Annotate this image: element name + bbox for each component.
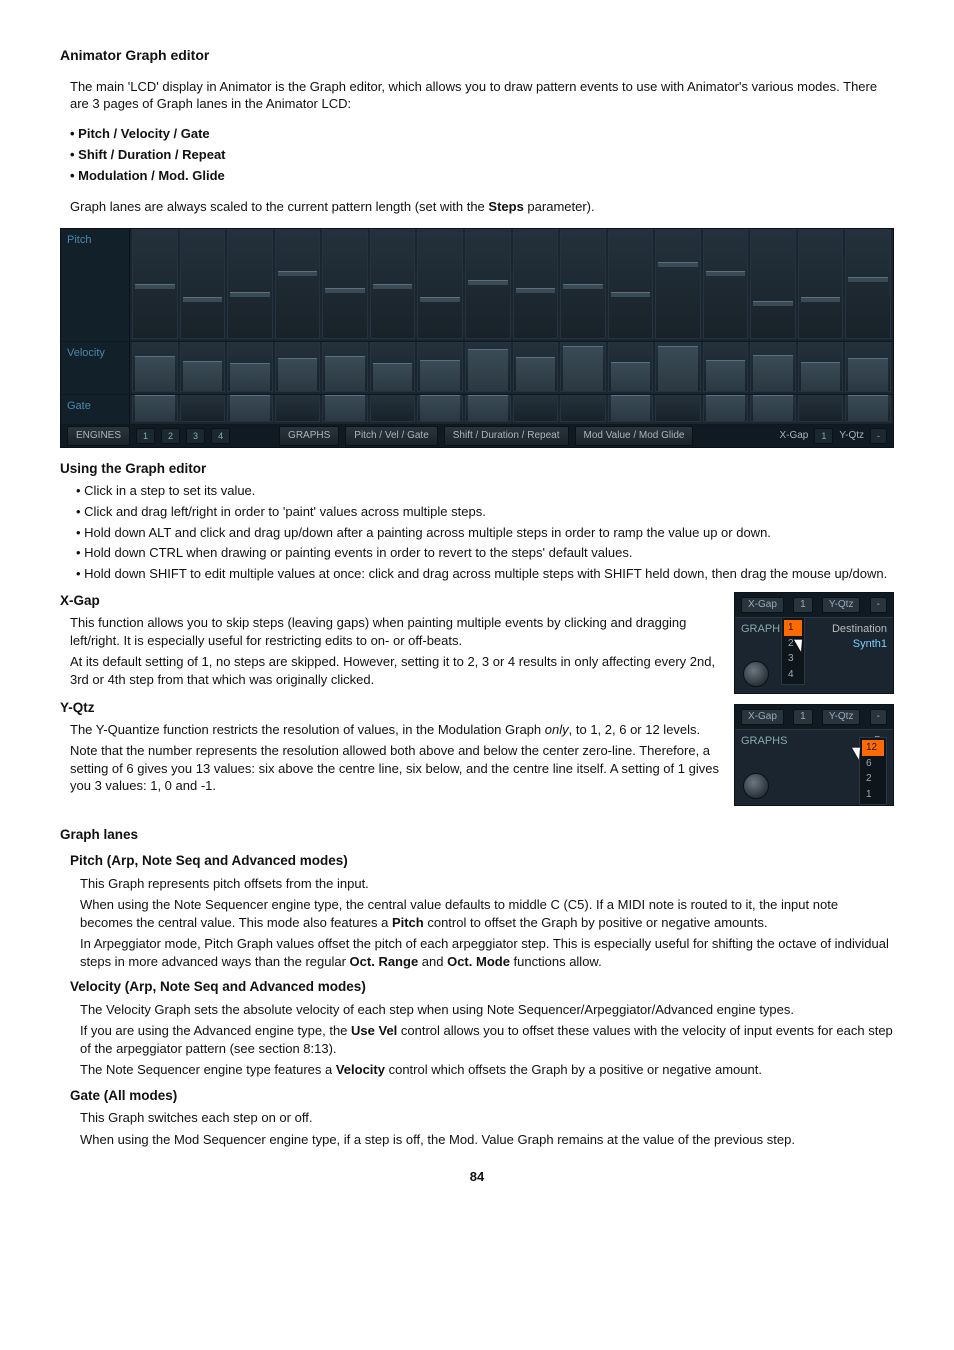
using-bullet-3: • Hold down ALT and click and drag up/do… xyxy=(76,524,894,542)
figa-knob[interactable] xyxy=(743,661,769,687)
figa-xgap-label: X-Gap xyxy=(741,597,784,613)
heading-gate-lane: Gate (All modes) xyxy=(70,1087,894,1105)
pitch-lane-label: Pitch xyxy=(61,229,130,340)
bullet-bold-2: • Shift / Duration / Repeat xyxy=(70,147,894,164)
y1a-text: The Y-Quantize function restricts the re… xyxy=(70,722,545,737)
xgap-value[interactable]: 1 xyxy=(814,428,833,444)
using-bullet-5: • Hold down SHIFT to edit multiple value… xyxy=(76,565,894,583)
v2a-text: If you are using the Advanced engine typ… xyxy=(80,1023,351,1038)
cursor-icon xyxy=(797,637,811,655)
figa-menu-4[interactable]: 4 xyxy=(784,667,802,683)
p3c-text: and xyxy=(418,954,447,969)
p3e-text: functions allow. xyxy=(510,954,602,969)
figa-xgap-value[interactable]: 1 xyxy=(793,597,813,613)
figb-menu-1[interactable]: 1 xyxy=(862,787,884,803)
oct-mode-label: Oct. Mode xyxy=(447,954,510,969)
gate-paragraph-2: When using the Mod Sequencer engine type… xyxy=(80,1131,894,1149)
figa-menu-1[interactable]: 1 xyxy=(784,620,802,636)
pitch-control-label: Pitch xyxy=(392,915,424,930)
gate-paragraph-1: This Graph switches each step on or off. xyxy=(80,1109,894,1127)
heading-graph-lanes: Graph lanes xyxy=(60,826,894,844)
pitch-paragraph-2: When using the Note Sequencer engine typ… xyxy=(80,896,894,931)
graphs-label: GRAPHS xyxy=(279,426,339,446)
figa-graph-label: GRAPH: xyxy=(741,623,783,635)
use-vel-label: Use Vel xyxy=(351,1023,397,1038)
bullet-bold-3: • Modulation / Mod. Glide xyxy=(70,168,894,185)
pitch-lane-grid[interactable] xyxy=(130,229,893,340)
engine-tab-4[interactable]: 4 xyxy=(211,428,230,444)
graph-tab-pvg[interactable]: Pitch / Vel / Gate xyxy=(345,426,437,446)
only-italic: only xyxy=(545,722,569,737)
oct-range-label: Oct. Range xyxy=(350,954,419,969)
figa-synth-label[interactable]: Synth1 xyxy=(853,638,887,650)
heading-velocity-lane: Velocity (Arp, Note Seq and Advanced mod… xyxy=(70,978,894,996)
intro-paragraph-2: Graph lanes are always scaled to the cur… xyxy=(70,198,894,216)
using-bullet-1: • Click in a step to set its value. xyxy=(76,482,894,500)
figb-menu-2[interactable]: 2 xyxy=(862,771,884,787)
engines-label: ENGINES xyxy=(67,426,130,446)
engine-tab-1[interactable]: 1 xyxy=(136,428,155,444)
p2c-text: control to offset the Graph by positive … xyxy=(424,915,768,930)
velocity-paragraph-3: The Note Sequencer engine type features … xyxy=(80,1061,894,1079)
figb-xgap-label: X-Gap xyxy=(741,709,784,725)
engine-tab-2[interactable]: 2 xyxy=(161,428,180,444)
v3a-text: The Note Sequencer engine type features … xyxy=(80,1062,336,1077)
velocity-control-label: Velocity xyxy=(336,1062,385,1077)
using-bullet-2: • Click and drag left/right in order to … xyxy=(76,503,894,521)
velocity-lane-label: Velocity xyxy=(61,342,130,394)
velocity-lane-grid[interactable] xyxy=(130,342,893,394)
yqtz-popup-figure: X-Gap 1 Y-Qtz - GRAPHS De Sy 12 6 2 1 xyxy=(734,704,894,806)
figa-yqtz-value[interactable]: - xyxy=(870,597,887,613)
gate-lane-label: Gate xyxy=(61,395,130,425)
intro2a-text: Graph lanes are always scaled to the cur… xyxy=(70,199,488,214)
yqtz-label: Y-Qtz xyxy=(839,429,864,443)
figb-xgap-value[interactable]: 1 xyxy=(793,709,813,725)
right-column-figures: X-Gap 1 Y-Qtz - GRAPH: Destination Synth… xyxy=(734,592,894,816)
xgap-label: X-Gap xyxy=(779,429,808,443)
animator-lcd-figure: Pitch Velocity xyxy=(60,228,894,448)
steps-param-label: Steps xyxy=(488,199,523,214)
graph-tab-mod[interactable]: Mod Value / Mod Glide xyxy=(575,426,694,446)
cursor-icon xyxy=(855,745,869,763)
xgap-popup-figure: X-Gap 1 Y-Qtz - GRAPH: Destination Synth… xyxy=(734,592,894,694)
velocity-paragraph-1: The Velocity Graph sets the absolute vel… xyxy=(80,1001,894,1019)
pitch-paragraph-1: This Graph represents pitch offsets from… xyxy=(80,875,894,893)
figb-graphs-label: GRAPHS xyxy=(741,735,787,747)
graph-tab-sdr[interactable]: Shift / Duration / Repeat xyxy=(444,426,569,446)
heading-pitch-lane: Pitch (Arp, Note Seq and Advanced modes) xyxy=(70,852,894,870)
page-number: 84 xyxy=(60,1168,894,1186)
heading-using-graph-editor: Using the Graph editor xyxy=(60,460,894,478)
figa-yqtz-label: Y-Qtz xyxy=(822,597,861,613)
figb-yqtz-value[interactable]: - xyxy=(870,709,887,725)
y1c-text: , to 1, 2, 6 or 12 levels. xyxy=(569,722,701,737)
v3c-text: control which offsets the Graph by a pos… xyxy=(385,1062,762,1077)
gate-lane-grid[interactable] xyxy=(130,395,893,425)
intro2c-text: parameter). xyxy=(524,199,595,214)
bullet-bold-1: • Pitch / Velocity / Gate xyxy=(70,126,894,143)
pitch-paragraph-3: In Arpeggiator mode, Pitch Graph values … xyxy=(80,935,894,970)
figb-knob[interactable] xyxy=(743,773,769,799)
heading-animator-graph-editor: Animator Graph editor xyxy=(60,46,894,65)
figb-yqtz-label: Y-Qtz xyxy=(822,709,861,725)
figure-footer: ENGINES 1 2 3 4 GRAPHS Pitch / Vel / Gat… xyxy=(61,425,893,447)
figa-destination-label: Destination xyxy=(832,623,887,635)
intro-paragraph-1: The main 'LCD' display in Animator is th… xyxy=(70,78,894,113)
velocity-paragraph-2: If you are using the Advanced engine typ… xyxy=(80,1022,894,1057)
using-bullet-4: • Hold down CTRL when drawing or paintin… xyxy=(76,544,894,562)
engine-tab-3[interactable]: 3 xyxy=(186,428,205,444)
yqtz-value[interactable]: - xyxy=(870,428,887,444)
